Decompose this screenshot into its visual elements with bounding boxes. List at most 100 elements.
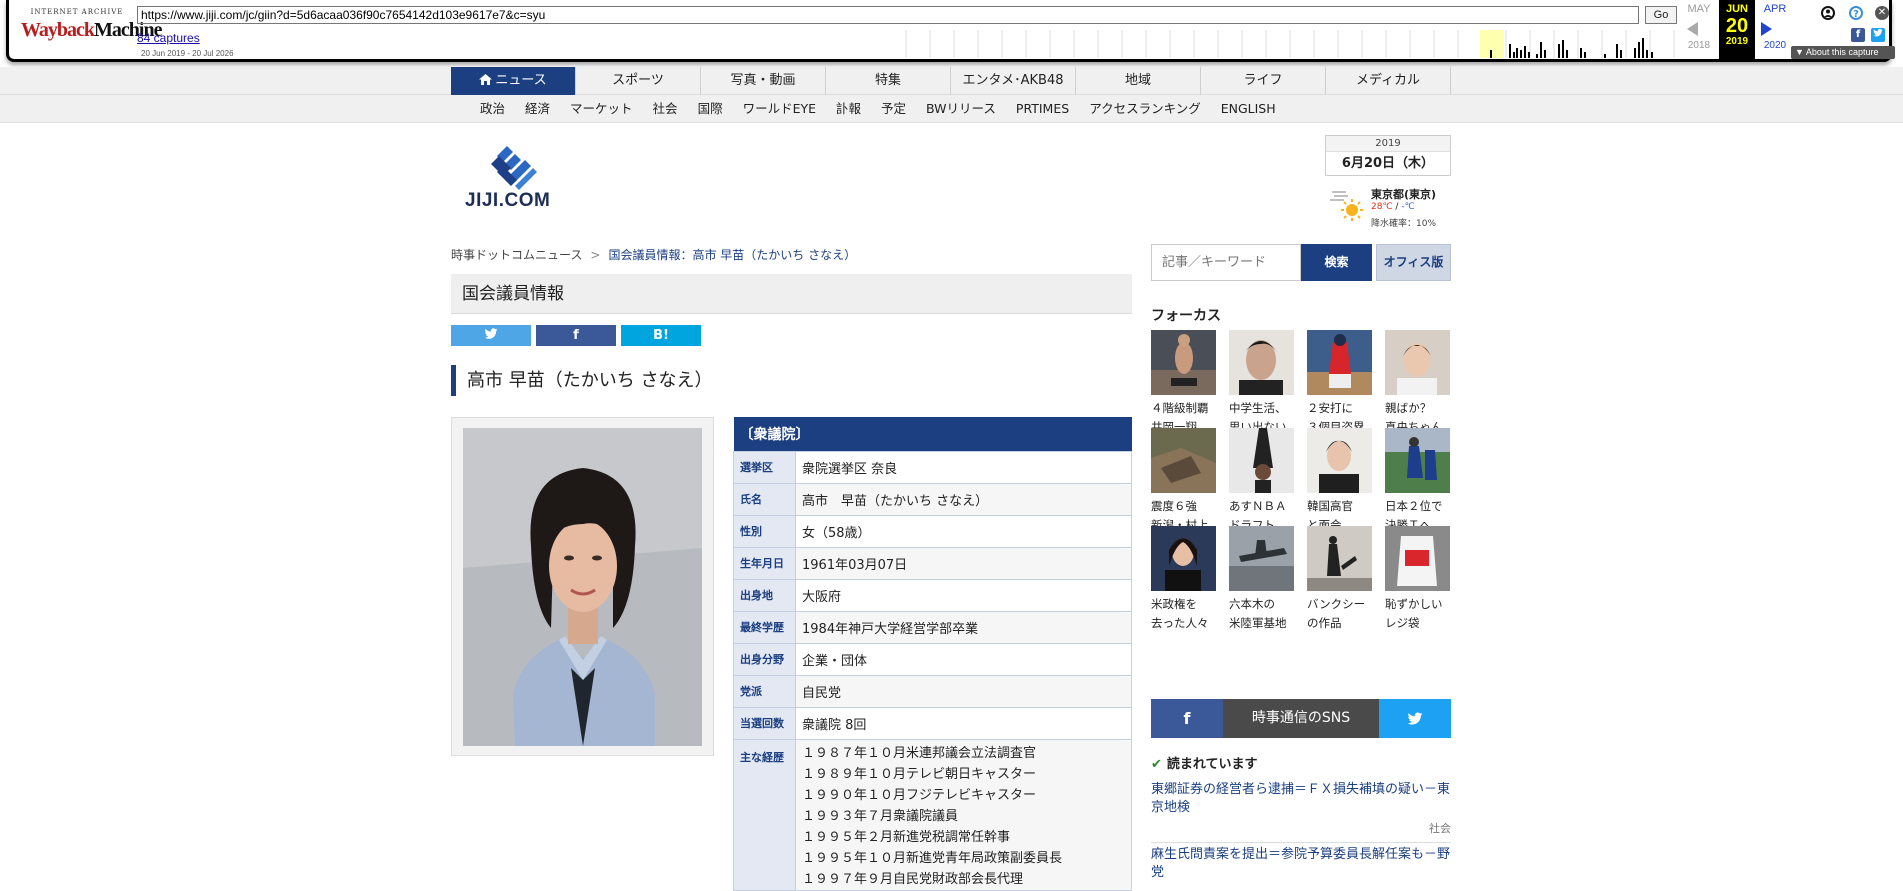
prev-arrow-icon[interactable] (1687, 22, 1698, 36)
table-row: 出身地 大阪府 (733, 578, 1132, 612)
focus-thumbnail[interactable] (1307, 526, 1372, 591)
focus-caption[interactable]: 六本木の 米陸軍基地 (1229, 595, 1294, 633)
focus-thumbnail[interactable] (1151, 330, 1216, 395)
focus-thumbnail[interactable] (1385, 428, 1450, 493)
focus-thumbnail[interactable] (1151, 526, 1216, 591)
focus-thumbnail[interactable] (1229, 330, 1294, 395)
snav-obituary[interactable]: 訃報 (826, 95, 871, 123)
office-edition-button[interactable]: オフィス版 (1376, 244, 1451, 281)
user-account-icon[interactable] (1821, 6, 1835, 20)
help-icon[interactable]: ? (1849, 6, 1863, 20)
focus-item[interactable]: 韓国高官 と面会 (1307, 428, 1372, 535)
gnav-sports[interactable]: スポーツ (576, 67, 701, 95)
list-item[interactable]: 麻生氏問責案を提出＝参院予算委員長解任案も－野党 (1151, 846, 1451, 891)
profile-key: 性別 (733, 514, 796, 548)
profile-value: 1984年神戸大学経営学部卒業 (795, 610, 1132, 644)
focus-item[interactable]: あすＮＢＡ ドラフト (1229, 428, 1294, 535)
sns-bar: f 時事通信のSNS (1151, 699, 1451, 738)
breadcrumb-current[interactable]: 国会議員情報：高市 早苗（たかいち さなえ） (608, 248, 856, 262)
hatena-bookmark-button[interactable]: B! (621, 325, 701, 346)
wayback-logo[interactable]: INTERNET ARCHIVE WaybackMachine (21, 8, 162, 52)
close-icon[interactable]: ✕ (1875, 6, 1889, 20)
snav-world-eye[interactable]: ワールドEYE (733, 95, 826, 123)
snav-bw-release[interactable]: BWリリース (916, 95, 1006, 123)
gnav-photo-video[interactable]: 写真・動画 (701, 67, 826, 95)
twitter-share-icon[interactable] (1871, 28, 1885, 42)
focus-thumbnail[interactable] (1385, 526, 1450, 591)
list-item[interactable]: 東郷証券の経営者ら逮捕＝ＦＸ損失補填の疑い－東京地検 社会 (1151, 781, 1451, 843)
focus-item[interactable]: ２安打に ３個目盗塁 (1307, 330, 1372, 437)
search-button[interactable]: 検索 (1301, 244, 1372, 281)
gnav-life[interactable]: ライフ (1201, 67, 1326, 95)
focus-caption[interactable]: 恥ずかしい レジ袋 (1385, 595, 1450, 633)
next-capture[interactable]: APR 2020 (1757, 0, 1793, 51)
table-row: 主な経歴 １９８７年１０月米連邦議会立法調査官 １９８９年１０月テレビ朝日キャス… (733, 738, 1132, 891)
focus-item[interactable]: 親ばか？ 真央ちゃん (1385, 330, 1450, 437)
focus-item[interactable]: 震度６強 新潟・村上 (1151, 428, 1216, 535)
next-arrow-icon[interactable] (1761, 22, 1772, 36)
facebook-share-icon[interactable]: f (1851, 28, 1865, 42)
focus-caption[interactable]: 米政権を 去った人々 (1151, 595, 1216, 633)
profile-key: 出身分野 (733, 642, 796, 676)
snav-society[interactable]: 社会 (643, 95, 688, 123)
internet-archive-label: INTERNET ARCHIVE (30, 8, 124, 16)
prev-capture[interactable]: MAY 2018 (1681, 0, 1717, 51)
breadcrumb-home[interactable]: 時事ドットコムニュース (451, 248, 582, 262)
gnav-medical[interactable]: メディカル (1326, 67, 1451, 95)
snav-english[interactable]: ENGLISH (1211, 95, 1286, 123)
sns-facebook-button[interactable]: f (1151, 699, 1223, 738)
breadcrumb: 時事ドットコムニュース > 国会議員情報：高市 早苗（たかいち さなえ） (451, 248, 857, 262)
snav-international[interactable]: 国際 (688, 95, 733, 123)
focus-caption[interactable]: バンクシー の作品 (1307, 595, 1372, 633)
focus-item[interactable]: 米政権を 去った人々 (1151, 526, 1216, 633)
focus-item[interactable]: 六本木の 米陸軍基地 (1229, 526, 1294, 633)
snav-prtimes[interactable]: PRTIMES (1006, 95, 1079, 123)
member-name-heading: 高市 早苗（たかいち さなえ） (451, 365, 712, 396)
focus-thumbnail[interactable] (1307, 428, 1372, 493)
focus-item[interactable]: 日本２位で 決勝Ｔへ (1385, 428, 1450, 535)
about-capture-button[interactable]: ▼ About this capture (1791, 46, 1895, 59)
snav-politics[interactable]: 政治 (470, 95, 515, 123)
career-item: １９９５年２月新進党税調常任幹事 (802, 829, 1011, 845)
focus-item[interactable]: 恥ずかしい レジ袋 (1385, 526, 1450, 633)
date-box: 2019 6月20日（木） (1325, 135, 1451, 176)
weather-widget[interactable]: 東京都(東京) 28℃ / -℃ 降水確率：10% (1330, 184, 1460, 230)
focus-thumbnail[interactable] (1385, 330, 1450, 395)
profile-value: 自民党 (795, 674, 1132, 708)
gnav-news[interactable]: ニュース (451, 67, 576, 95)
sns-label[interactable]: 時事通信のSNS (1223, 699, 1379, 738)
snav-economy[interactable]: 経済 (515, 95, 560, 123)
ranking-article-title[interactable]: 東郷証券の経営者ら逮捕＝ＦＸ損失補填の疑い－東京地検 (1151, 781, 1451, 817)
gnav-region[interactable]: 地域 (1076, 67, 1201, 95)
facebook-icon: f (1183, 709, 1191, 728)
focus-thumbnail[interactable] (1229, 526, 1294, 591)
ranking-article-title[interactable]: 麻生氏問責案を提出＝参院予算委員長解任案も－野党 (1151, 846, 1451, 882)
facebook-share-button[interactable]: f (536, 325, 616, 346)
focus-thumbnail[interactable] (1151, 428, 1216, 493)
captures-link[interactable]: 84 captures (137, 31, 200, 45)
capture-sparkline[interactable] (904, 30, 1680, 58)
search-input[interactable] (1151, 244, 1301, 281)
twitter-share-button[interactable] (451, 325, 531, 346)
gnav-feature[interactable]: 特集 (826, 67, 951, 95)
profile-key: 主な経歴 (733, 738, 796, 891)
profile-value: 衆院選挙区 奈良 (795, 450, 1132, 484)
profile-key: 最終学歴 (733, 610, 796, 644)
jiji-logo-text: JIJI.COM (465, 190, 551, 211)
focus-thumbnail[interactable] (1229, 428, 1294, 493)
jiji-logo[interactable]: JIJI.COM (463, 144, 573, 219)
snav-schedule[interactable]: 予定 (871, 95, 916, 123)
date-day: 6月20日（木） (1341, 156, 1435, 171)
wayback-go-button[interactable]: Go (1645, 6, 1677, 24)
snav-access-ranking[interactable]: アクセスランキング (1079, 95, 1211, 123)
focus-thumbnail[interactable] (1307, 330, 1372, 395)
twitter-icon (484, 328, 498, 339)
snav-market[interactable]: マーケット (560, 95, 643, 123)
focus-item[interactable]: ４階級制覇 井岡一翔 (1151, 330, 1216, 437)
wayback-url-input[interactable]: https://www.jiji.com/jc/giin?d=5d6acaa03… (137, 6, 1639, 24)
focus-item[interactable]: バンクシー の作品 (1307, 526, 1372, 633)
career-list: １９８７年１０月米連邦議会立法調査官 １９８９年１０月テレビ朝日キャスター １９… (795, 738, 1132, 891)
gnav-entertainment[interactable]: エンタメ･AKB48 (951, 67, 1076, 95)
focus-item[interactable]: 中学生活、 思い出ない (1229, 330, 1294, 437)
sns-twitter-button[interactable] (1379, 699, 1451, 738)
